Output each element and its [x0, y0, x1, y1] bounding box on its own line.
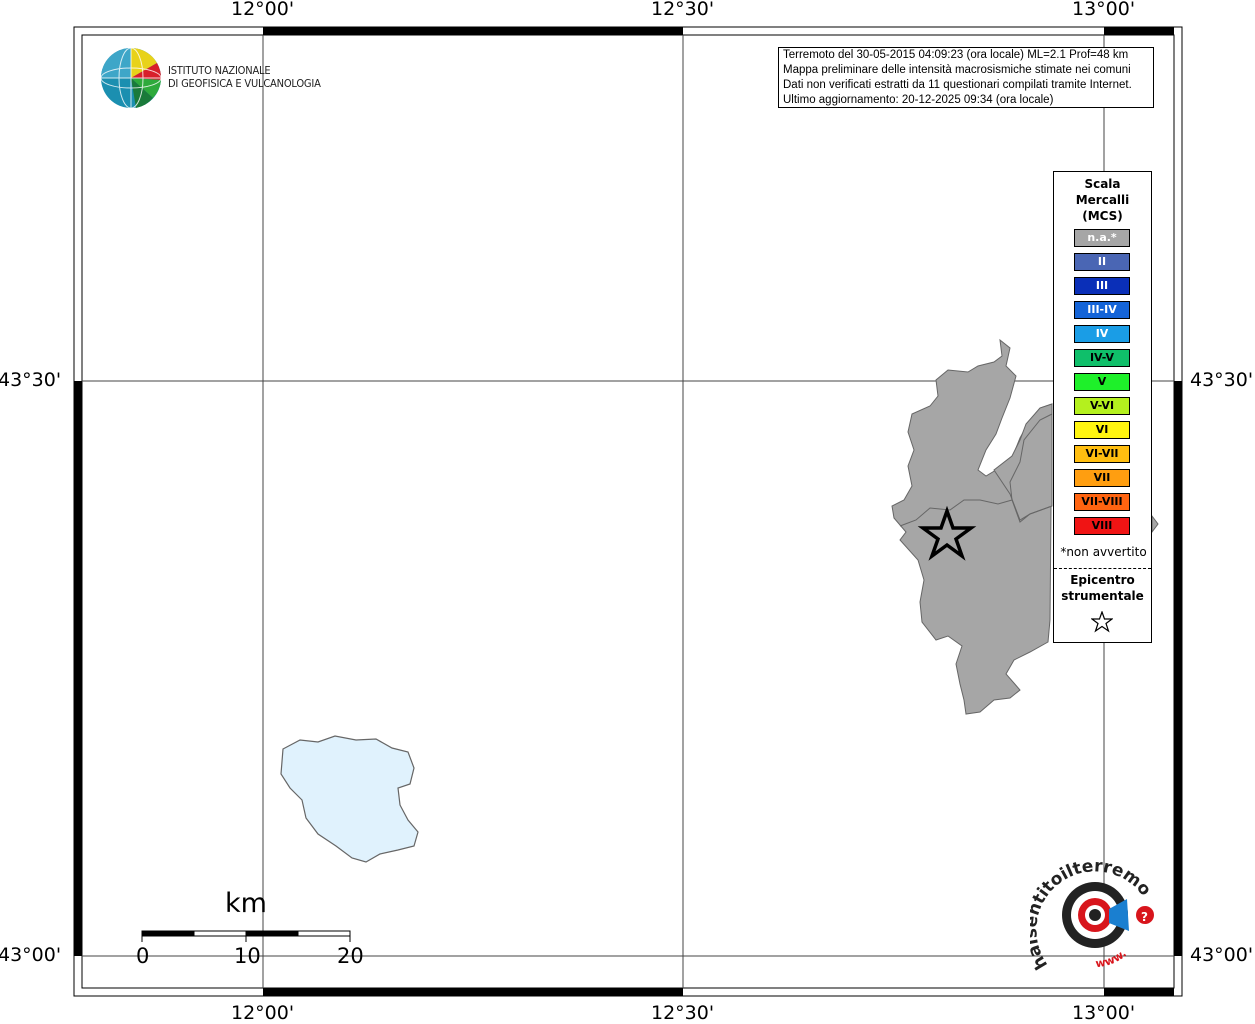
scale-bar-unit: km [225, 888, 267, 919]
legend-swatch: V-VI [1074, 397, 1130, 415]
legend-swatch: n.a.* [1074, 229, 1130, 247]
badge-url-text: www. [1095, 947, 1129, 970]
right-lat-label-2: 43°00' [1190, 944, 1254, 966]
scale-bar-label-20: 20 [337, 944, 364, 968]
legend-swatch: V [1074, 373, 1130, 391]
ingv-logo: ISTITUTO NAZIONALE DI GEOFISICA E VULCAN… [100, 47, 330, 109]
legend-swatch: III [1074, 277, 1130, 295]
ingv-name: ISTITUTO NAZIONALE DI GEOFISICA E VULCAN… [168, 64, 321, 90]
scale-bar [141, 930, 351, 942]
legend-separator [1054, 568, 1151, 569]
right-lat-label-1: 43°30' [1190, 369, 1254, 391]
legend-epicenter-line2: strumentale [1061, 589, 1144, 603]
scale-bar-label-0: 0 [136, 944, 150, 968]
left-lat-label-2: 43°00' [0, 944, 62, 966]
top-lon-label-2: 12°30' [651, 0, 715, 20]
lake-shape [280, 735, 419, 863]
legend-star-icon [1091, 611, 1113, 633]
legend-swatch: II [1074, 253, 1130, 271]
legend-swatch: VI [1074, 421, 1130, 439]
bottom-lon-label-1: 12°00' [231, 1002, 295, 1024]
info-line-update: Ultimo aggiornamento: 20-12-2025 09:34 (… [783, 94, 1054, 106]
top-lon-label-3: 13°00' [1072, 0, 1136, 20]
legend-swatch: IV [1074, 325, 1130, 343]
legend-title-mercalli: Mercalli [1075, 193, 1130, 207]
svg-text:haisentitoilterremoto.it: haisentitoilterremoto.it [1030, 855, 1155, 973]
legend-swatch: IV-V [1074, 349, 1130, 367]
top-lon-label-1: 12°00' [231, 0, 295, 20]
badge-question-mark: ? [1141, 910, 1148, 924]
ingv-name-line2: DI GEOFISICA E VULCANOLOGIA [168, 77, 321, 90]
legend-swatch: VI-VII [1074, 445, 1130, 463]
info-line-event: Terremoto del 30-05-2015 04:09:23 (ora l… [783, 49, 1129, 61]
left-lat-label-1: 43°30' [0, 369, 62, 391]
legend-swatch: VIII [1074, 517, 1130, 535]
legend-swatch: VII [1074, 469, 1130, 487]
info-line-data: Dati non verificati estratti da 11 quest… [783, 79, 1132, 91]
bottom-lon-label-3: 13°00' [1072, 1002, 1136, 1024]
legend-title-mcs: (MCS) [1082, 209, 1123, 223]
legend-epicenter-line1: Epicentro [1070, 573, 1135, 587]
ingv-name-line1: ISTITUTO NAZIONALE [168, 64, 271, 77]
legend-note: *non avvertito [1060, 545, 1147, 559]
bottom-lon-label-2: 12°30' [651, 1002, 715, 1024]
info-line-map: Mappa preliminare delle intensità macros… [783, 64, 1131, 76]
svg-text:www.: www. [1095, 947, 1129, 970]
scale-bar-label-10: 10 [234, 944, 261, 968]
legend-swatch: III-IV [1074, 301, 1130, 319]
legend-title-scala: Scala [1084, 177, 1121, 191]
haisentito-badge-text: haisentitoilterremoto.it www. ? [1030, 855, 1155, 973]
earthquake-info-box: Terremoto del 30-05-2015 04:09:23 (ora l… [778, 47, 1154, 108]
mcs-legend: Scala Mercalli (MCS) n.a.* II III III-IV IV I… [1053, 171, 1152, 643]
badge-arc-text: haisentitoilterremoto.it [1030, 855, 1155, 973]
legend-swatch: VII-VIII [1074, 493, 1130, 511]
